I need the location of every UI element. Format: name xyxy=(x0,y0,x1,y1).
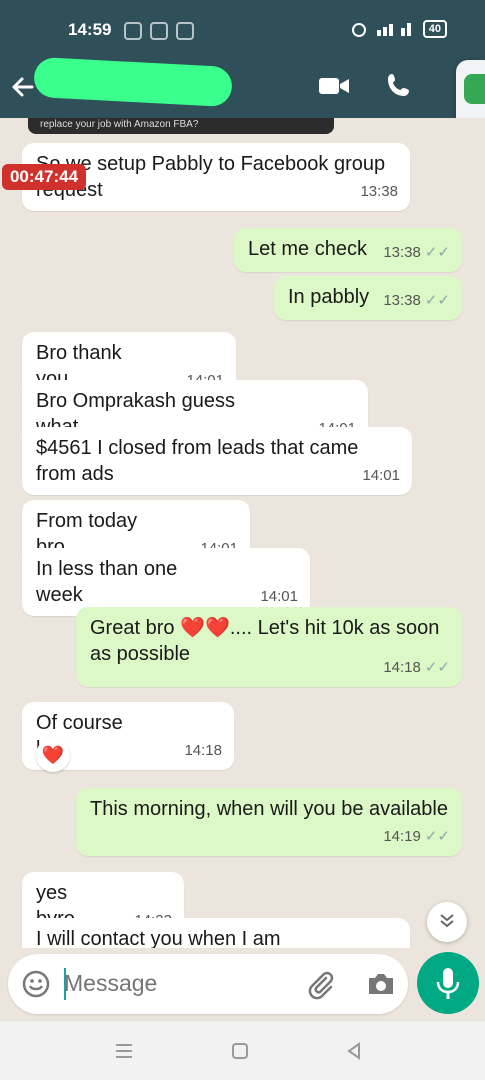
message-text: I will contact you when I am xyxy=(36,928,281,948)
message-text: So we setup Pabbly to Facebook group req… xyxy=(36,153,386,201)
shield-status-icon xyxy=(150,22,168,40)
message-time: 14:01 xyxy=(260,588,298,605)
alarm-icon xyxy=(351,23,366,37)
signal-icon xyxy=(376,23,411,36)
status-time: 14:59 xyxy=(68,20,112,39)
battery-indicator: 40 xyxy=(422,20,447,38)
voice-call-icon[interactable] xyxy=(386,72,412,100)
heart-reaction-icon[interactable]: ❤️ xyxy=(36,738,70,772)
outgoing-message[interactable]: This morning, when will you be available… xyxy=(76,788,462,856)
double-tick-icon: ✓✓ xyxy=(424,292,450,309)
home-nav-icon[interactable] xyxy=(230,1041,250,1061)
double-tick-icon: ✓✓ xyxy=(424,828,450,845)
status-right-icons: 40 xyxy=(351,20,447,38)
message-time: 14:01 xyxy=(362,467,400,484)
message-text: $4561 I closed from leads that came from… xyxy=(36,437,359,485)
chevron-double-down-icon[interactable] xyxy=(427,902,467,942)
power-shortcut-icon[interactable] xyxy=(464,74,485,104)
message-text: In pabbly xyxy=(288,286,370,308)
message-time: 13:38 xyxy=(383,292,421,309)
message-time: 14:19 xyxy=(383,828,421,845)
text-cursor xyxy=(64,968,66,1000)
camera-icon[interactable] xyxy=(366,970,396,998)
message-timestamp: 14:18 ✓✓ xyxy=(383,655,450,681)
message-text: Let me check xyxy=(248,238,367,260)
video-call-icon[interactable] xyxy=(318,74,350,98)
outgoing-message[interactable]: Let me check 13:38 ✓✓ xyxy=(234,228,462,272)
status-bar: 14:59 40 xyxy=(0,0,485,58)
double-tick-icon: ✓✓ xyxy=(424,244,450,261)
emoji-icon[interactable] xyxy=(22,970,50,998)
incoming-message[interactable]: In less than one week 14:01 xyxy=(22,548,310,616)
status-notification-icons xyxy=(124,22,194,40)
message-timestamp: 14:01 xyxy=(362,463,400,489)
message-status-icon xyxy=(176,22,194,40)
system-nav-bar xyxy=(0,1020,485,1080)
message-timestamp: 14:19 ✓✓ xyxy=(383,824,450,850)
message-time: 14:18 xyxy=(383,659,421,676)
mic-button[interactable] xyxy=(417,952,479,1014)
incoming-message[interactable]: I will contact you when I am xyxy=(22,918,410,948)
message-time: 13:38 xyxy=(360,183,398,200)
menu-nav-icon[interactable] xyxy=(114,1041,134,1061)
double-tick-icon: ✓✓ xyxy=(424,659,450,676)
message-time: 14:18 xyxy=(184,742,222,759)
chat-messages-area[interactable]: replace your job with Amazon FBA? So we … xyxy=(0,118,485,948)
message-timestamp: 14:18 xyxy=(184,738,222,764)
message-text: This morning, when will you be available xyxy=(90,798,448,820)
message-timestamp: 13:38 ✓✓ xyxy=(383,288,450,314)
mic-icon xyxy=(436,968,460,999)
message-text: In less than one week xyxy=(36,558,178,606)
incoming-message[interactable]: $4561 I closed from leads that came from… xyxy=(22,427,412,495)
quoted-message-preview: replace your job with Amazon FBA? xyxy=(28,118,334,134)
back-nav-icon[interactable] xyxy=(344,1041,364,1061)
message-time: 13:38 xyxy=(383,244,421,261)
message-composer xyxy=(8,954,408,1014)
message-timestamp: 13:38 ✓✓ xyxy=(383,240,450,266)
message-input[interactable] xyxy=(64,970,294,997)
call-timer-badge: 00:47:44 xyxy=(2,164,86,190)
message-timestamp: 13:38 xyxy=(360,179,398,205)
whatsapp-status-icon xyxy=(124,22,142,40)
outgoing-message[interactable]: In pabbly 13:38 ✓✓ xyxy=(274,276,462,320)
attach-icon[interactable] xyxy=(306,970,336,1000)
outgoing-message[interactable]: Great bro ❤️❤️.... Let's hit 10k as soon… xyxy=(76,607,462,687)
